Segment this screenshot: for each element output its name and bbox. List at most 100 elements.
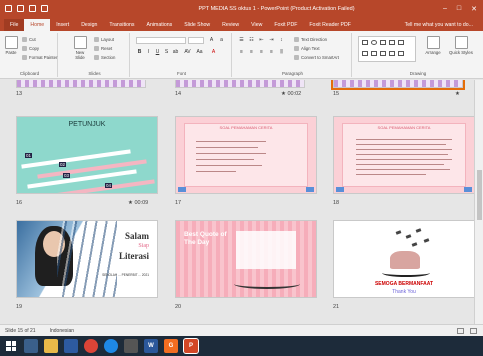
powerpoint-icon[interactable]: P [183, 338, 199, 354]
paste-button[interactable]: Paste [4, 36, 18, 55]
slide-thumbnail-16[interactable]: PETUNJUK 01 02 03 04 [16, 116, 158, 194]
slide-21-line2: Thank You [392, 289, 416, 295]
text-line [356, 174, 426, 175]
chrome-icon[interactable] [84, 339, 98, 353]
slide-sorter-view-icon[interactable] [470, 327, 477, 334]
triangle-shape-icon[interactable] [362, 51, 368, 56]
convert-smartart-button[interactable]: Convert to SmartArt [294, 55, 339, 60]
text-box-shape-icon[interactable] [398, 51, 404, 56]
vertical-scrollbar[interactable] [474, 80, 483, 324]
decrease-font-icon[interactable]: a [218, 37, 225, 44]
tab-foxit-reader-pdf[interactable]: Foxit Reader PDF [303, 19, 357, 31]
slide-thumbnail-21[interactable]: SEMOGA BERMANFAAT Thank You [333, 220, 475, 298]
brace-shape-icon[interactable] [389, 51, 395, 56]
bullets-icon[interactable]: ☰ [238, 37, 245, 44]
tab-design[interactable]: Design [75, 19, 103, 31]
spacing-button[interactable]: AV [184, 49, 191, 56]
columns-icon[interactable]: ⫼ [278, 49, 285, 56]
tab-animations[interactable]: Animations [141, 19, 179, 31]
tab-transitions[interactable]: Transitions [103, 19, 140, 31]
change-case-button[interactable]: Aa [196, 49, 203, 56]
section-button[interactable]: Section [94, 55, 115, 60]
paste-icon [4, 36, 18, 49]
windows-start-icon[interactable] [4, 339, 18, 353]
shapes-gallery[interactable] [358, 36, 416, 62]
text-direction-button[interactable]: Text Direction [294, 37, 327, 42]
increase-font-icon[interactable]: A [208, 37, 215, 44]
bold-button[interactable]: B [136, 49, 143, 56]
slide-thumbnail-18[interactable]: SOAL PEMAHAMAN CERITA [333, 116, 475, 194]
callout-shape-icon[interactable] [380, 51, 386, 56]
browser-icon[interactable] [104, 339, 118, 353]
strikethrough-button[interactable]: ab [172, 49, 179, 56]
normal-view-icon[interactable] [457, 327, 464, 334]
align-text-button[interactable]: Align Text [294, 46, 320, 51]
redo-icon[interactable] [29, 5, 36, 12]
slide-thumbnail-17[interactable]: SOAL PEMAHAMAN CERITA [175, 116, 317, 194]
new-slide-button[interactable]: New Slide [72, 36, 88, 60]
slide-thumbnail-20[interactable]: Best Quote of The Day [175, 220, 317, 298]
foxit-icon[interactable]: G [164, 339, 178, 353]
shadow-button[interactable]: S [163, 49, 170, 56]
increase-indent-icon[interactable]: ⇥ [268, 37, 275, 44]
bird-icon [411, 242, 418, 247]
rounded-rect-shape-icon[interactable] [380, 40, 386, 45]
numbering-icon[interactable]: ☷ [248, 37, 255, 44]
align-center-icon[interactable]: ≡ [248, 49, 255, 56]
maximize-icon[interactable]: □ [457, 5, 461, 13]
slide-thumbnail-13[interactable] [16, 80, 146, 88]
tab-file[interactable]: File [4, 19, 25, 31]
decrease-indent-icon[interactable]: ⇤ [258, 37, 265, 44]
text-line [356, 164, 444, 165]
reset-button[interactable]: Reset [94, 46, 112, 51]
justify-icon[interactable]: ≡ [268, 49, 275, 56]
cut-button[interactable]: Cut [22, 37, 36, 42]
font-size-select[interactable] [188, 37, 204, 44]
save-icon[interactable] [5, 5, 12, 12]
undo-icon[interactable] [17, 5, 24, 12]
quick-styles-button[interactable]: Quick Styles [448, 36, 474, 55]
font-color-icon[interactable]: A [210, 49, 217, 56]
align-right-icon[interactable]: ≡ [258, 49, 265, 56]
arrange-button[interactable]: Arrange [422, 36, 444, 55]
file-explorer-icon[interactable] [44, 339, 58, 353]
oval-shape-icon[interactable] [371, 40, 377, 45]
arrow-shape-icon[interactable] [398, 40, 404, 45]
arrange-icon [426, 36, 440, 49]
tab-review[interactable]: Review [216, 19, 245, 31]
font-name-select[interactable] [136, 37, 186, 44]
word-icon[interactable]: W [144, 339, 158, 353]
underline-button[interactable]: U [154, 49, 161, 56]
format-painter-button[interactable]: Format Painter [22, 55, 57, 60]
slide-thumbnail-14[interactable] [175, 80, 305, 88]
slide-thumbnail-19[interactable]: Salam Siap Literasi SEKOLAH ... PENERBIT… [16, 220, 158, 298]
tab-slide-show[interactable]: Slide Show [178, 19, 216, 31]
start-slideshow-icon[interactable] [41, 5, 48, 12]
decorative-stripes [57, 221, 117, 297]
tab-view[interactable]: View [245, 19, 268, 31]
close-icon[interactable]: ✕ [471, 5, 477, 13]
slide-thumbnail-15[interactable] [331, 80, 465, 90]
tell-me-search[interactable]: Tell me what you want to do... [399, 19, 483, 31]
language-indicator[interactable]: Indonesian [50, 328, 74, 334]
text-line [356, 159, 452, 160]
media-player-icon[interactable] [64, 339, 78, 353]
scrollbar-thumb[interactable] [477, 170, 482, 220]
align-text-icon [294, 46, 299, 51]
camera-app-icon[interactable] [124, 339, 138, 353]
align-left-icon[interactable]: ≡ [238, 49, 245, 56]
star-shape-icon[interactable] [371, 51, 377, 56]
line-shape-icon[interactable] [389, 40, 395, 45]
tab-foxit-pdf[interactable]: Foxit PDF [268, 19, 303, 31]
minimize-icon[interactable]: – [443, 5, 447, 13]
italic-button[interactable]: I [145, 49, 152, 56]
line-spacing-icon[interactable]: ↕ [278, 37, 285, 44]
layout-button[interactable]: Layout [94, 37, 114, 42]
tab-insert[interactable]: Insert [50, 19, 75, 31]
slide-21-line1: SEMOGA BERMANFAAT [374, 281, 434, 287]
tab-home[interactable]: Home [24, 19, 51, 31]
slide-count: Slide 15 of 21 [5, 327, 36, 334]
task-view-icon[interactable] [24, 339, 38, 353]
copy-button[interactable]: Copy [22, 46, 39, 51]
rectangle-shape-icon[interactable] [362, 40, 368, 45]
